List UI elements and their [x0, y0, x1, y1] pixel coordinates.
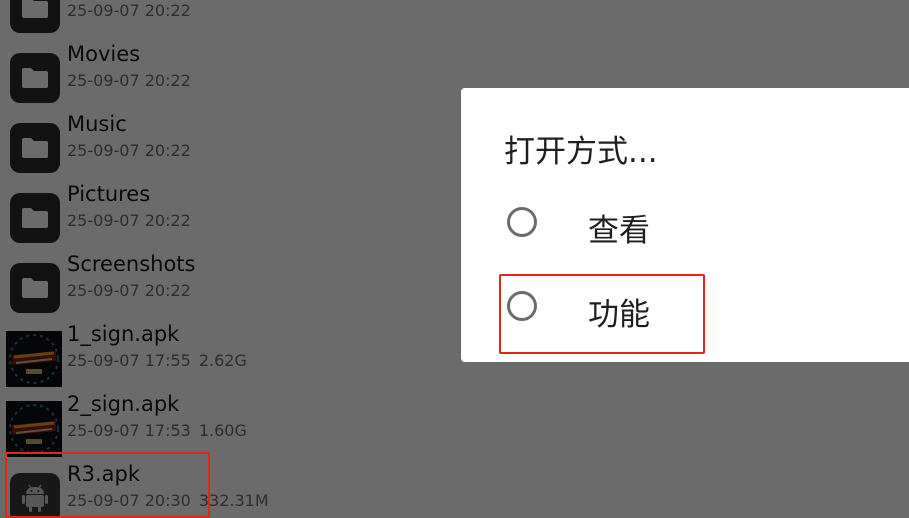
file-meta: 25-09-07 17:53 1.60G: [67, 421, 247, 440]
radio-button[interactable]: [507, 207, 537, 237]
list-item[interactable]: 25-09-07 20:22: [0, 0, 909, 35]
option-function[interactable]: 功能: [505, 289, 745, 333]
file-meta: 25-09-07 20:22: [67, 1, 191, 20]
file-name: 2_sign.apk: [67, 392, 180, 416]
file-date: 25-09-07 20:22: [67, 211, 191, 230]
option-label: 功能: [588, 297, 650, 333]
file-meta: 25-09-07 17:55 2.62G: [67, 351, 247, 370]
file-date: 25-09-07 20:22: [67, 141, 191, 160]
option-label: 查看: [588, 213, 650, 249]
option-view[interactable]: 查看: [505, 205, 745, 249]
file-name: R3.apk: [67, 462, 140, 486]
file-size: 332.31M: [198, 491, 269, 510]
file-meta: 25-09-07 20:22: [67, 71, 191, 90]
file-meta: 25-09-07 20:22: [67, 281, 191, 300]
android-icon: [10, 473, 60, 518]
file-size: 1.60G: [198, 421, 247, 440]
folder-icon: [10, 263, 60, 313]
apk-game-thumbnail: [6, 331, 62, 387]
file-name: 1_sign.apk: [67, 322, 180, 346]
screen: 25-09-07 20:22 Movies 25-09-07 20:22 Mus…: [0, 0, 909, 518]
folder-icon: [10, 193, 60, 243]
file-name: Movies: [67, 42, 141, 66]
file-size: 2.62G: [198, 351, 247, 370]
file-meta: 25-09-07 20:22: [67, 141, 191, 160]
list-item[interactable]: 2_sign.apk 25-09-07 17:53 1.60G: [0, 385, 909, 457]
folder-icon: [10, 123, 60, 173]
file-date: 25-09-07 20:22: [67, 281, 191, 300]
file-name: Pictures: [67, 182, 151, 206]
file-name: Screenshots: [67, 252, 196, 276]
apk-game-thumbnail: [6, 401, 62, 457]
file-name: Music: [67, 112, 127, 136]
folder-icon: [10, 0, 60, 33]
file-date: 25-09-07 20:30: [67, 491, 191, 510]
open-with-dialog: 打开方式... 查看 功能: [461, 88, 909, 362]
file-date: 25-09-07 17:53: [67, 421, 191, 440]
folder-icon: [10, 53, 60, 103]
file-date: 25-09-07 20:22: [67, 71, 191, 90]
dialog-title: 打开方式...: [504, 134, 658, 170]
file-meta: 25-09-07 20:22: [67, 211, 191, 230]
file-date: 25-09-07 20:22: [67, 1, 191, 20]
file-meta: 25-09-07 20:30 332.31M: [67, 491, 269, 510]
list-item[interactable]: R3.apk 25-09-07 20:30 332.31M: [0, 455, 909, 518]
file-date: 25-09-07 17:55: [67, 351, 191, 370]
radio-button[interactable]: [507, 291, 537, 321]
